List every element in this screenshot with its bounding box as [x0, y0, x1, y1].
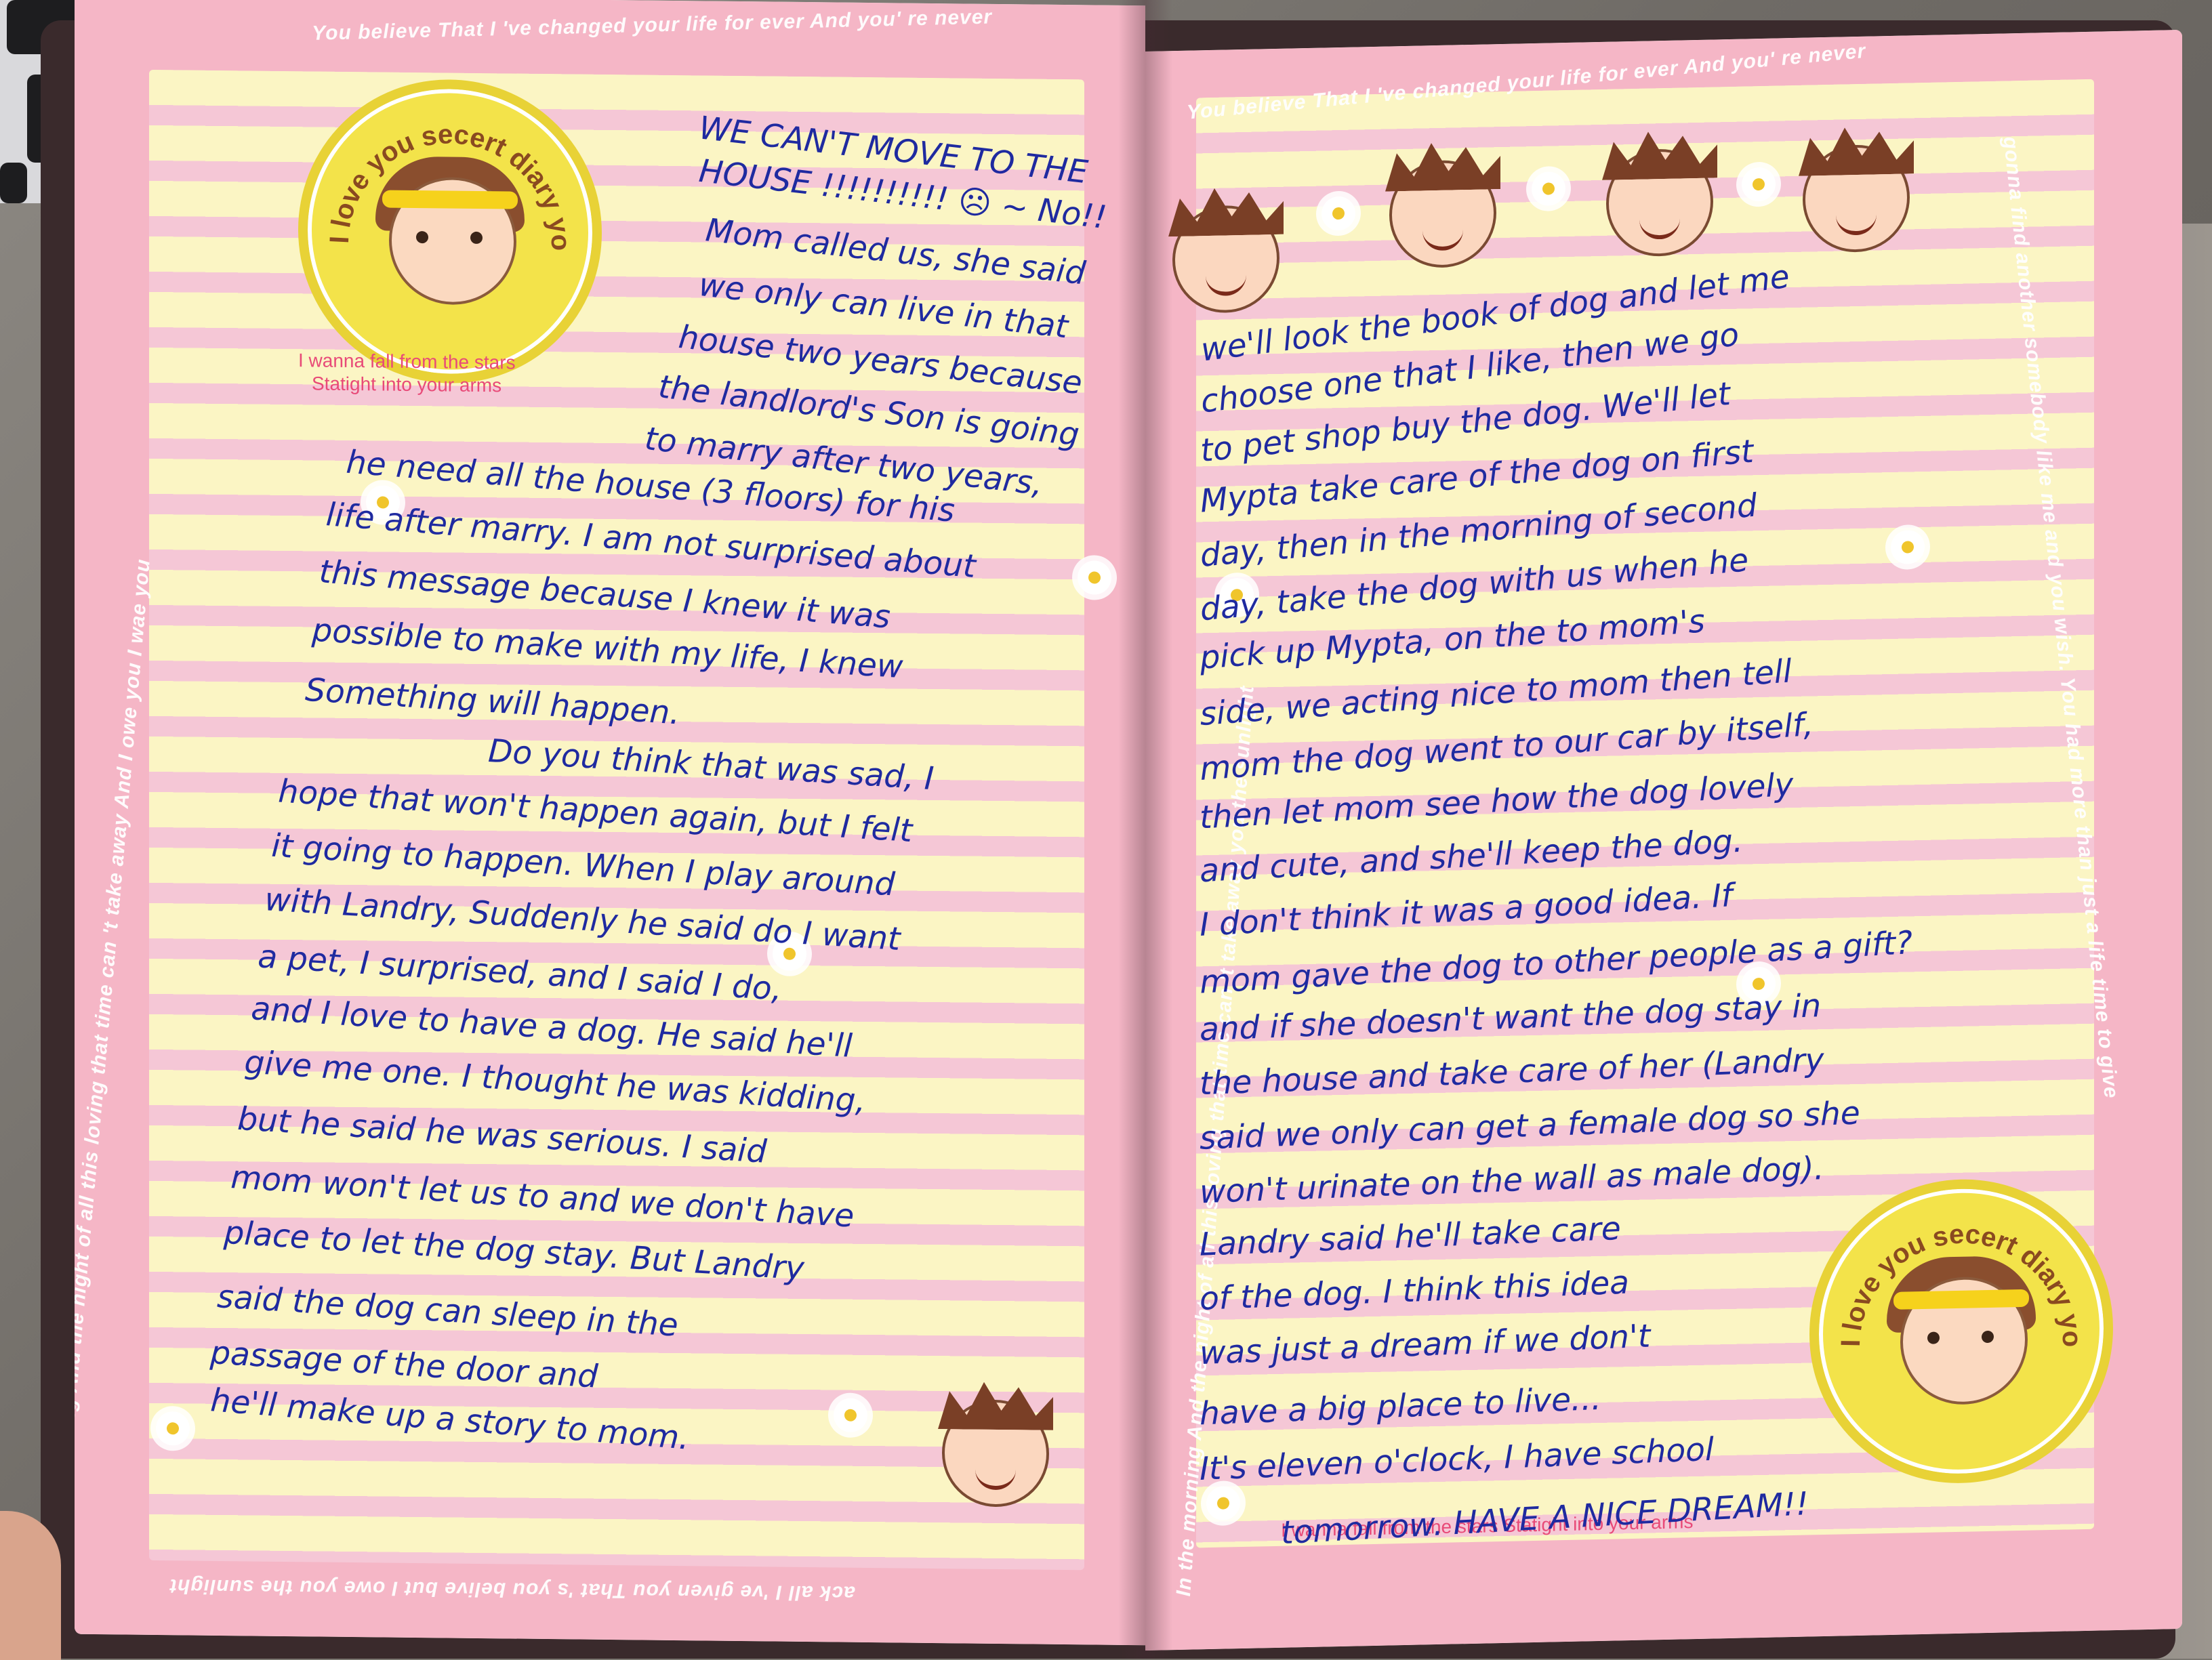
key-edge [0, 163, 27, 203]
hw-line: Landry said he'll take care [1199, 1209, 1622, 1264]
right-page: You believe That I 've changed your life… [1145, 29, 2182, 1651]
hw-line: It's eleven o'clock, I have school [1199, 1430, 1715, 1488]
hw-line: and cute, and she'll keep the dog. [1199, 822, 1744, 890]
right-handwriting: we'll look the book of dog and let me ch… [1199, 227, 2148, 1602]
hw-line: but he said he was serious. I said [237, 1100, 768, 1171]
hw-line: Something will happen. [304, 671, 681, 732]
hw-line: and if she doesn't want the dog stay in [1199, 987, 1822, 1049]
boy-mouth [1639, 215, 1680, 240]
hw-line: Do you think that was sad, I [487, 732, 935, 798]
photo-scene: shift You believe That I 've changed you… [0, 0, 2212, 1660]
hw-line: was just a dream if we don't [1199, 1317, 1651, 1373]
book-spine [1118, 0, 1172, 1659]
left-handwriting: WE CAN'T MOVE TO THE HOUSE !!!!!!!!!! ☹ … [142, 97, 1145, 1564]
hw-line: said the dog can sleep in the [216, 1278, 679, 1344]
hw-line: of the dog. I think this idea [1199, 1264, 1630, 1318]
hw-line: said we only can get a female dog so she [1199, 1094, 1861, 1157]
hw-line: tomorrow. HAVE A NICE DREAM!! [1280, 1485, 1809, 1552]
hw-line: won't urinate on the wall as male dog). [1199, 1150, 1825, 1211]
hw-line: the house and take care of her (Landry [1199, 1041, 1824, 1103]
boy-mouth [1836, 211, 1877, 236]
left-page: You believe That I 've changed your life… [75, 0, 1145, 1646]
hw-line: he'll make up a story to mom. [209, 1382, 691, 1457]
hw-line: I don't think it was a good idea. If [1199, 877, 1734, 945]
hw-line: have a big place to live... [1199, 1379, 1602, 1433]
